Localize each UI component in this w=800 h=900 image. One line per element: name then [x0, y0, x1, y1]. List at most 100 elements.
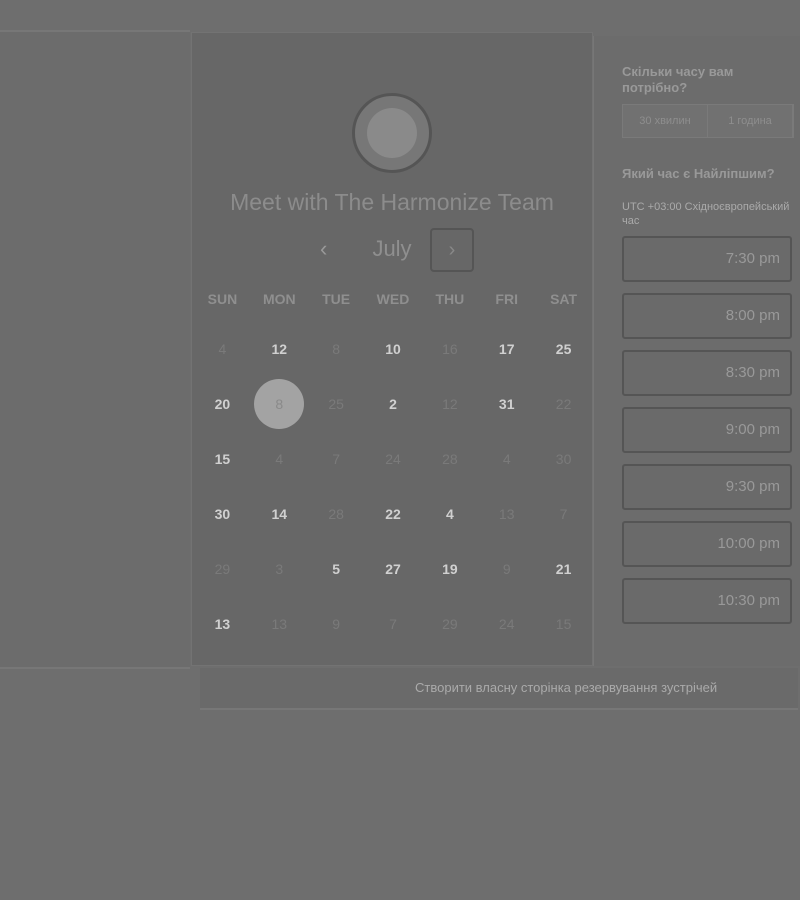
- time-slot-label: 9:30 pm: [725, 478, 780, 495]
- calendar-day[interactable]: 27: [365, 541, 422, 596]
- calendar-day: 9: [478, 541, 535, 596]
- calendar-day[interactable]: 15: [194, 431, 251, 486]
- weekday-header: SUN: [207, 291, 238, 307]
- calendar-panel: Meet with The Harmonize Team ‹ July › SU…: [191, 32, 593, 666]
- calendar-day[interactable]: 17: [478, 321, 535, 376]
- time-slot-button[interactable]: 9:30 pm: [622, 464, 792, 510]
- avatar-image: [367, 108, 417, 158]
- prev-month-button[interactable]: ‹: [320, 236, 327, 262]
- day-number: 2: [389, 395, 397, 412]
- day-number: 13: [214, 615, 231, 632]
- day-number: 27: [385, 560, 401, 577]
- time-slot-label: 10:30 pm: [717, 592, 780, 609]
- day-number: 30: [214, 505, 231, 522]
- day-number: 9: [332, 615, 341, 632]
- time-question: Який час є Найліпшим?: [622, 166, 775, 181]
- left-pane: [0, 30, 190, 669]
- calendar-day[interactable]: 31: [478, 376, 535, 431]
- day-number: 25: [555, 340, 572, 357]
- calendar-day: 4: [251, 431, 308, 486]
- calendar-day[interactable]: 14: [251, 486, 308, 541]
- day-number: 7: [332, 450, 341, 467]
- calendar-day: 13: [478, 486, 535, 541]
- calendar-day[interactable]: 20: [194, 376, 251, 431]
- calendar-day: 16: [421, 321, 478, 376]
- day-number: 14: [271, 505, 288, 522]
- selected-day[interactable]: 8: [251, 376, 308, 431]
- calendar-day: 7: [308, 431, 365, 486]
- day-number: 12: [271, 340, 288, 357]
- calendar-day: 22: [535, 376, 592, 431]
- time-slot-button[interactable]: 8:30 pm: [622, 350, 792, 396]
- day-number: 15: [555, 615, 572, 632]
- weekday-header: FRI: [495, 291, 518, 307]
- calendar-day: 28: [421, 431, 478, 486]
- weekday-header: TUE: [322, 291, 351, 307]
- day-number: 21: [555, 560, 572, 577]
- time-slot-button[interactable]: 9:00 pm: [622, 407, 792, 453]
- time-slot-button[interactable]: 10:00 pm: [622, 521, 792, 567]
- calendar-day: 3: [251, 541, 308, 596]
- calendar-day[interactable]: 10: [365, 321, 422, 376]
- calendar-day: 4: [478, 431, 535, 486]
- time-slot-label: 9:00 pm: [725, 421, 780, 438]
- create-booking-page-link[interactable]: Створити власну сторінка резервування зу…: [415, 680, 717, 695]
- calendar-day: 28: [308, 486, 365, 541]
- day-number: 3: [275, 560, 284, 577]
- weekday-header: MON: [262, 291, 296, 307]
- day-number: 17: [498, 340, 515, 357]
- day-number: 7: [559, 505, 568, 522]
- calendar-day: 24: [478, 596, 535, 651]
- calendar-day[interactable]: 5: [308, 541, 365, 596]
- day-number: 15: [214, 450, 231, 467]
- day-number: 30: [555, 450, 572, 467]
- day-number: 7: [389, 615, 397, 632]
- weekday-header: WED: [376, 291, 410, 307]
- day-number: 13: [271, 615, 288, 632]
- day-number: 19: [442, 560, 458, 577]
- time-slot-label: 10:00 pm: [717, 535, 780, 552]
- day-number: 31: [498, 395, 515, 412]
- timezone-selector[interactable]: UTC +03:00 Східноєвропейський час: [622, 200, 792, 228]
- calendar-day: 15: [535, 596, 592, 651]
- day-number: 4: [445, 505, 454, 522]
- calendar-day[interactable]: 2: [365, 376, 422, 431]
- time-slot-button[interactable]: 10:30 pm: [622, 578, 792, 624]
- calendar-day[interactable]: 21: [535, 541, 592, 596]
- calendar-day: 8: [308, 321, 365, 376]
- calendar-day[interactable]: 13: [194, 596, 251, 651]
- weekday-header: SAT: [550, 291, 578, 307]
- day-number: 13: [498, 505, 515, 522]
- time-slot-button[interactable]: 7:30 pm: [622, 236, 792, 282]
- calendar-day: 30: [535, 431, 592, 486]
- calendar-day[interactable]: 4: [421, 486, 478, 541]
- day-number: 5: [332, 560, 341, 577]
- calendar-day[interactable]: 25: [535, 321, 592, 376]
- day-number: 12: [442, 395, 458, 412]
- duration-option[interactable]: 1 година: [708, 105, 793, 137]
- next-month-button[interactable]: ›: [430, 228, 474, 272]
- calendar-day[interactable]: 22: [365, 486, 422, 541]
- calendar-day: 29: [421, 596, 478, 651]
- calendar-day[interactable]: 30: [194, 486, 251, 541]
- month-nav: ‹ July ›: [192, 228, 592, 272]
- day-number: 25: [328, 395, 344, 412]
- footer: Створити власну сторінка резервування зу…: [200, 668, 798, 710]
- time-slot-label: 8:00 pm: [725, 307, 780, 324]
- calendar-day: 13: [251, 596, 308, 651]
- calendar-day: 12: [421, 376, 478, 431]
- day-number: 10: [385, 340, 401, 357]
- day-number: 29: [442, 615, 458, 632]
- day-number: 24: [498, 615, 515, 632]
- duration-option[interactable]: 30 хвилин: [623, 105, 708, 137]
- calendar-day[interactable]: 19: [421, 541, 478, 596]
- day-number: 24: [385, 450, 401, 467]
- day-number: 8: [332, 340, 341, 357]
- time-panel: Скільки часу вам потрібно? 30 хвилин 1 г…: [593, 36, 800, 666]
- time-slot-button[interactable]: 8:00 pm: [622, 293, 792, 339]
- day-number: 4: [502, 450, 511, 467]
- calendar-day[interactable]: 12: [251, 321, 308, 376]
- day-number: 16: [442, 340, 458, 357]
- day-number: 29: [214, 560, 231, 577]
- duration-selector: 30 хвилин 1 година: [622, 104, 794, 138]
